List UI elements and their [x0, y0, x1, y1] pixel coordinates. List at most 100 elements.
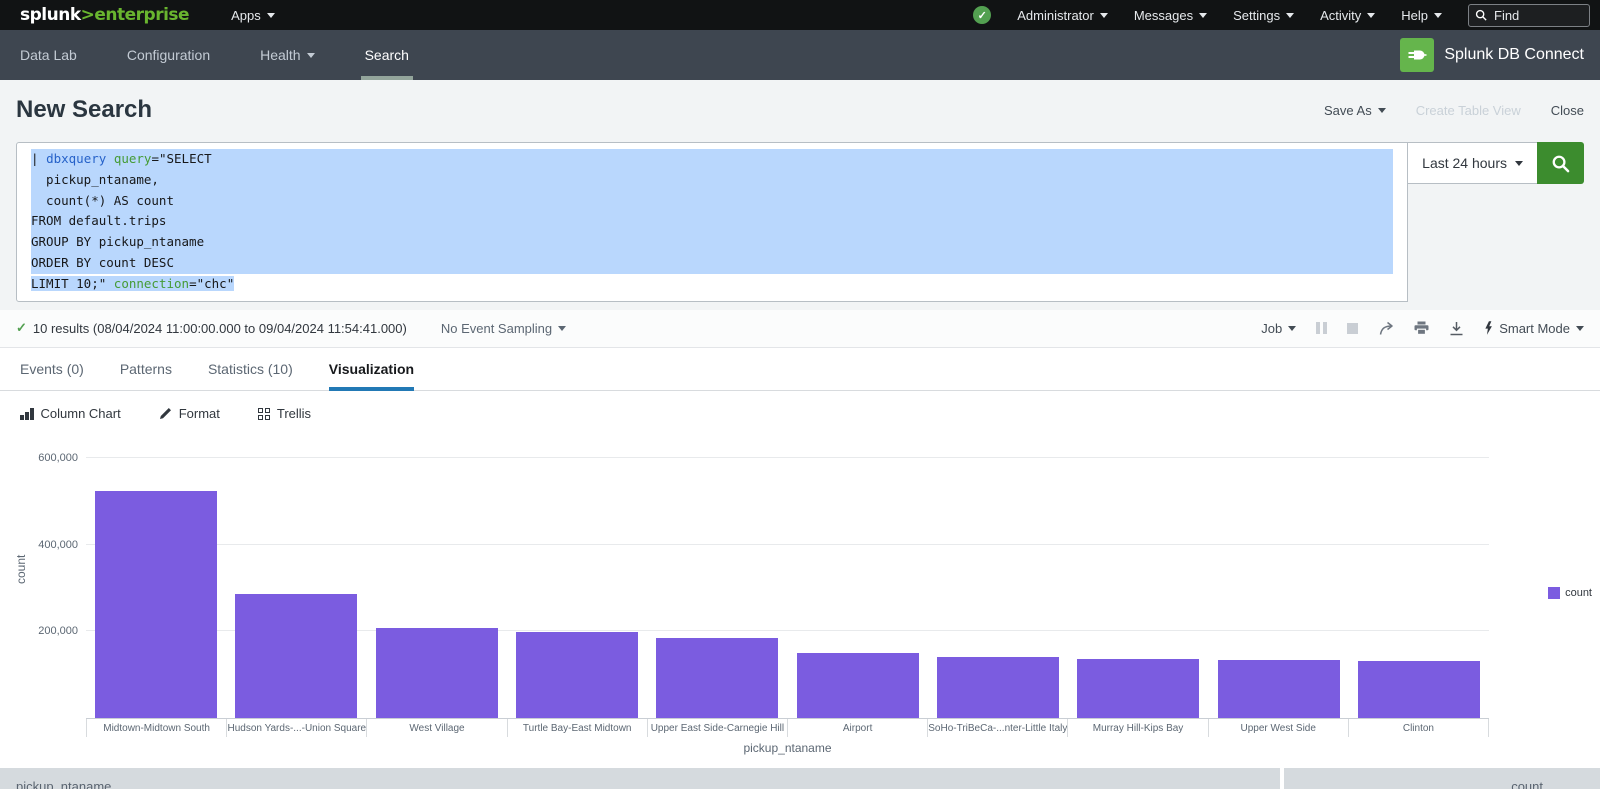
nav-item-label: Health	[260, 47, 300, 63]
query-line: pickup_ntaname,	[31, 170, 1393, 191]
job-menu[interactable]: Job	[1261, 321, 1296, 336]
bar-west-village[interactable]	[376, 628, 498, 718]
menu-activity[interactable]: Activity	[1320, 8, 1375, 23]
caret-down-icon	[267, 13, 275, 18]
bar-hudson-yards-union-square[interactable]	[235, 594, 357, 718]
query-token: |	[31, 151, 46, 166]
query-line: LIMIT 10;" connection="chc"	[31, 274, 1393, 295]
nav-item-label: Search	[365, 47, 409, 63]
app-badge[interactable]: Splunk DB Connect	[1400, 30, 1584, 80]
bar-slot	[1349, 449, 1489, 718]
query-token: connection	[114, 276, 189, 291]
table-header-pickup-ntaname[interactable]: pickup_ntaname	[0, 768, 1280, 789]
legend-item[interactable]: count	[1548, 587, 1592, 599]
caret-down-icon	[1378, 108, 1386, 113]
tab-visualization[interactable]: Visualization	[329, 348, 414, 390]
print-icon[interactable]	[1414, 321, 1429, 335]
event-sampling-menu[interactable]: No Event Sampling	[441, 321, 566, 336]
bar-upper-west-side[interactable]	[1218, 660, 1340, 718]
search-section: | dbxquery query="SELECT pickup_ntaname,…	[0, 140, 1600, 310]
find-search[interactable]	[1468, 4, 1590, 27]
results-info-bar: ✓ 10 results (08/04/2024 11:00:00.000 to…	[0, 310, 1600, 348]
search-mode-menu[interactable]: Smart Mode	[1484, 321, 1584, 336]
bar-slot	[226, 449, 366, 718]
nav-item-data-lab[interactable]: Data Lab	[16, 30, 81, 80]
nav-item-label: Configuration	[127, 47, 210, 63]
query-token	[106, 151, 114, 166]
close-button[interactable]: Close	[1551, 103, 1584, 118]
chart-section: count 200,000400,000600,000 Midtown-Midt…	[0, 437, 1600, 768]
x-tick-label: Midtown-Midtown South	[86, 719, 226, 737]
nav-item-health[interactable]: Health	[256, 30, 318, 80]
query-token: query	[114, 151, 152, 166]
bar-slot	[86, 449, 226, 718]
share-icon[interactable]	[1378, 321, 1394, 336]
tab-patterns[interactable]: Patterns	[120, 348, 172, 390]
bar-murray-hill-kips-bay[interactable]	[1077, 659, 1199, 718]
tab-statistics-10[interactable]: Statistics (10)	[208, 348, 293, 390]
format-button[interactable]: Format	[159, 406, 220, 421]
nav-item-search[interactable]: Search	[361, 30, 413, 80]
bar-slot	[647, 449, 787, 718]
health-status-icon[interactable]: ✓	[973, 6, 991, 24]
page-header: New Search Save As Create Table View Clo…	[0, 80, 1600, 140]
x-tick-label: West Village	[366, 719, 506, 737]
table-header-count[interactable]: count	[1284, 768, 1600, 789]
bar-soho-tribeca-nter-little-italy[interactable]	[937, 657, 1059, 718]
pause-icon[interactable]	[1316, 322, 1327, 334]
x-tick-label: Airport	[787, 719, 927, 737]
search-query-editor[interactable]: | dbxquery query="SELECT pickup_ntaname,…	[16, 142, 1408, 302]
trellis-button[interactable]: Trellis	[258, 406, 311, 421]
menu-help[interactable]: Help	[1401, 8, 1442, 23]
nav-item-configuration[interactable]: Configuration	[123, 30, 214, 80]
menu-settings[interactable]: Settings	[1233, 8, 1294, 23]
app-name: Splunk DB Connect	[1444, 46, 1584, 64]
x-tick-label: Hudson Yards-...-Union Square	[226, 719, 366, 737]
caret-down-icon	[1434, 13, 1442, 18]
selected-text: LIMIT 10;" connection="chc"	[31, 276, 234, 291]
create-table-view-button[interactable]: Create Table View	[1416, 103, 1521, 118]
caret-down-icon	[1100, 13, 1108, 18]
caret-down-icon	[1515, 161, 1523, 166]
x-tick-label: SoHo-TriBeCa-...nter-Little Italy	[927, 719, 1067, 737]
query-token: pickup_ntaname,	[31, 172, 159, 187]
x-tick-label: Clinton	[1348, 719, 1489, 737]
bar-clinton[interactable]	[1358, 661, 1480, 717]
save-as-button[interactable]: Save As	[1324, 103, 1386, 118]
menu-messages[interactable]: Messages	[1134, 8, 1207, 23]
query-token: ="SELECT	[151, 151, 211, 166]
query-token: ORDER BY count DESC	[31, 255, 174, 270]
column-chart: count 200,000400,000600,000 Midtown-Midt…	[16, 449, 1584, 755]
db-connect-plug-icon	[1400, 38, 1434, 72]
lightning-bolt-icon	[1484, 321, 1493, 335]
time-range-picker[interactable]: Last 24 hours	[1407, 142, 1538, 184]
splunk-logo[interactable]: splunk>enterprise	[20, 5, 189, 25]
query-line: GROUP BY pickup_ntaname	[31, 232, 1393, 253]
find-input[interactable]	[1492, 7, 1572, 24]
y-axis-title: count	[14, 554, 28, 583]
app-navbar: Data Lab Configuration Health Search Splunk…	[0, 30, 1600, 80]
bar-slot	[1208, 449, 1348, 718]
tab-events-0[interactable]: Events (0)	[20, 348, 84, 390]
x-tick-label: Upper East Side-Carnegie Hill	[647, 719, 787, 737]
topbar-menus: Administrator Messages Settings Activity Hel…	[1017, 8, 1442, 23]
chart-type-button[interactable]: Column Chart	[20, 406, 121, 421]
run-search-button[interactable]	[1537, 142, 1584, 184]
query-line: FROM default.trips	[31, 211, 1393, 232]
menu-administrator[interactable]: Administrator	[1017, 8, 1108, 23]
header-actions: Save As Create Table View Close	[1324, 103, 1584, 118]
bar-midtown-midtown-south[interactable]	[95, 491, 217, 718]
stop-icon[interactable]	[1347, 323, 1358, 334]
apps-menu[interactable]: Apps	[231, 8, 275, 23]
splunk-topbar: splunk>enterprise Apps ✓ Administrator Me…	[0, 0, 1600, 30]
logo-splunk: splunk	[20, 5, 81, 25]
bar-airport[interactable]	[797, 653, 919, 717]
caret-down-icon	[558, 326, 566, 331]
bar-upper-east-side-carnegie-hill[interactable]	[656, 638, 778, 717]
caret-down-icon	[1286, 13, 1294, 18]
topbar-right: ✓ Administrator Messages Settings Activity H…	[973, 4, 1590, 27]
export-download-icon[interactable]	[1449, 321, 1464, 336]
bar-turtle-bay-east-midtown[interactable]	[516, 632, 638, 717]
query-token: GROUP BY pickup_ntaname	[31, 234, 204, 249]
menu-label: Messages	[1134, 8, 1193, 23]
